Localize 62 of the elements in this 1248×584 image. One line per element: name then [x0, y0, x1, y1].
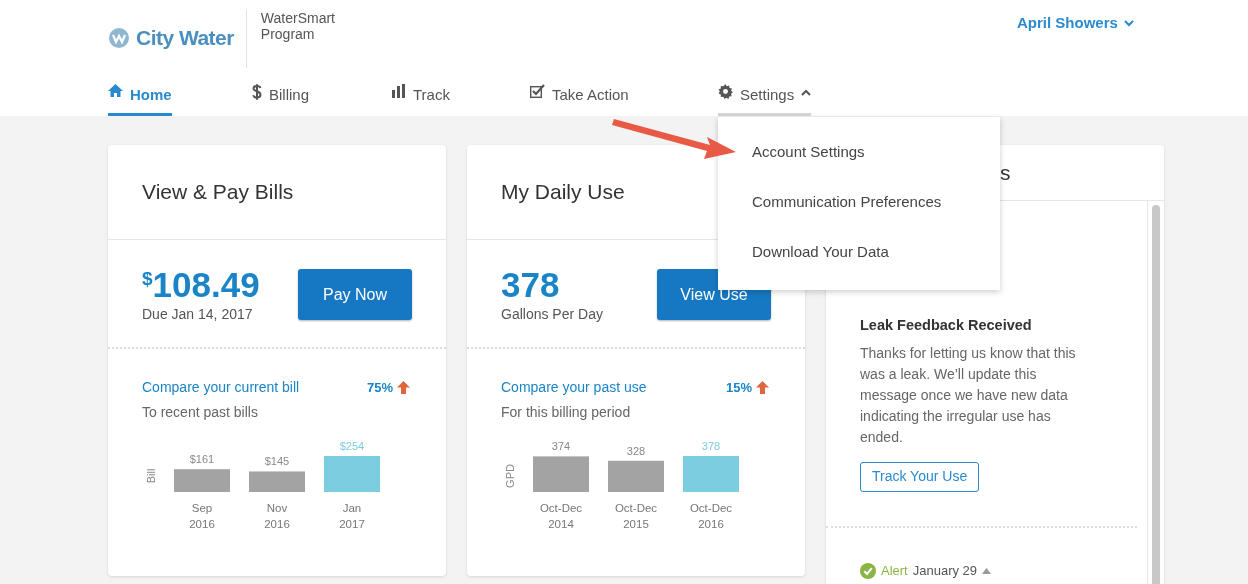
scrollbar-thumb[interactable]	[1152, 205, 1160, 584]
value-label: $161	[189, 453, 215, 466]
amount: 378	[501, 268, 561, 302]
dollar-icon	[252, 84, 262, 100]
chevron-up-icon	[801, 89, 812, 96]
change-percent: 75%	[366, 378, 393, 397]
menu-item[interactable]: Account Settings	[752, 142, 865, 162]
value-label: 374	[551, 440, 571, 453]
up-arrow-icon	[756, 381, 769, 394]
value-label: $254	[339, 440, 365, 452]
bar-chart-icon	[392, 84, 406, 98]
alert-message: Thanks for letting us know that this was a leak. We’ll update this message once we have new data indicating the irregular use has ended.	[860, 343, 1077, 447]
outline-button[interactable]: Track Your Use	[860, 461, 980, 492]
alert-type: Alert	[881, 561, 908, 580]
primary-button[interactable]: Pay Now	[298, 269, 412, 320]
bar	[174, 469, 230, 492]
subtitle: For this billing period	[501, 403, 632, 422]
alert-heading: Leak Feedback Received	[860, 316, 1033, 335]
nav-tab[interactable]: Track	[392, 80, 450, 116]
nav-tab[interactable]: Home	[108, 80, 172, 116]
check-circle-icon	[860, 562, 876, 579]
amount: $108.49	[142, 268, 260, 302]
brand-name: City Water	[136, 25, 234, 51]
category-label: Nov 2016	[264, 502, 290, 530]
up-arrow-icon	[397, 381, 410, 394]
change-percent: 15%	[725, 378, 752, 397]
bar	[683, 456, 739, 492]
gear-icon	[718, 84, 733, 99]
category-label: Sep 2016	[189, 502, 215, 530]
value-label: $145	[264, 455, 290, 468]
chevron-down-icon	[1123, 19, 1134, 27]
compare-link[interactable]: Compare your past use	[501, 377, 647, 398]
checkbox-icon	[530, 84, 545, 98]
card-title: s	[1000, 159, 1011, 186]
menu-item[interactable]: Download Your Data	[752, 242, 889, 262]
user-menu[interactable]: April Showers	[1017, 12, 1134, 35]
program-name: WaterSmart Program	[260, 10, 336, 42]
value-label: 378	[701, 440, 721, 452]
category-label: Oct-Dec 2014	[539, 502, 583, 530]
value-label: 328	[626, 444, 646, 457]
card-title: View & Pay Bills	[142, 179, 294, 206]
axis-label: GPD	[504, 464, 516, 488]
category-label: Oct-Dec 2016	[689, 502, 733, 530]
nav-tab[interactable]: Take Action	[530, 80, 629, 116]
bar	[608, 460, 664, 492]
nav-tab[interactable]: Billing	[252, 80, 310, 116]
caption: Due Jan 14, 2017	[142, 305, 254, 324]
bar	[533, 456, 589, 492]
category-label: Jan 2017	[339, 502, 365, 530]
axis-label: Bill	[145, 468, 157, 484]
alert-date: January 29	[912, 561, 978, 580]
caption: Gallons Per Day	[501, 305, 603, 324]
compare-link[interactable]: Compare your current bill	[142, 377, 300, 398]
caret-up-icon	[982, 567, 992, 574]
bar	[249, 471, 305, 492]
logo-icon	[108, 26, 130, 49]
home-icon	[108, 84, 123, 97]
category-label: Oct-Dec 2015	[614, 502, 658, 530]
menu-item[interactable]: Communication Preferences	[752, 192, 942, 212]
subtitle: To recent past bills	[142, 403, 259, 422]
card-title: My Daily Use	[501, 179, 625, 206]
bar	[324, 456, 380, 492]
